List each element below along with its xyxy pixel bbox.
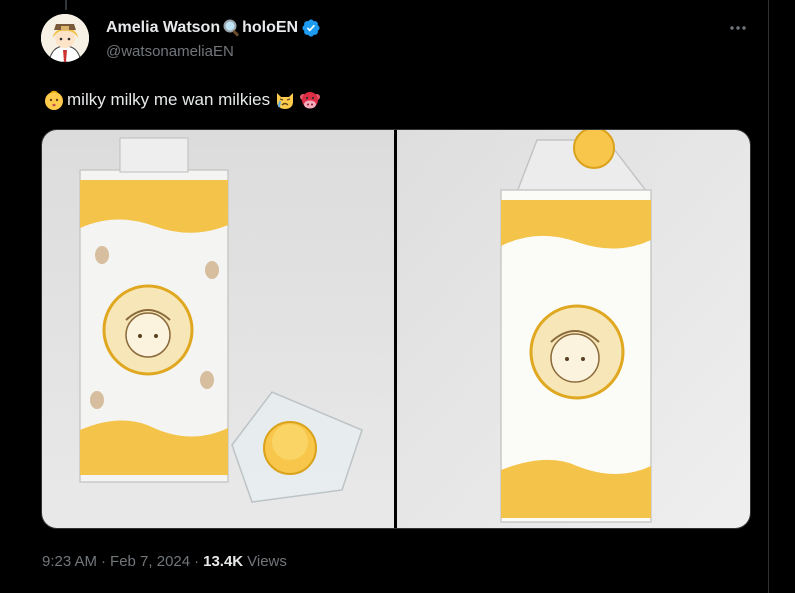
- verified-badge-icon: [301, 18, 321, 38]
- display-name-suffix[interactable]: holoEN: [242, 19, 298, 37]
- views-label: Views: [247, 552, 287, 570]
- tweet-text: milky milky me wan milkies: [43, 87, 321, 113]
- more-options-icon[interactable]: [727, 17, 749, 39]
- display-name[interactable]: Amelia Watson: [106, 19, 220, 37]
- crying-cat-face-emoji-icon: [274, 89, 296, 111]
- author-handle[interactable]: @watsonameliaEN: [106, 43, 234, 60]
- thread-connector: [65, 0, 67, 10]
- views-count: 13.4K: [203, 552, 244, 570]
- meta-separator: ·: [194, 552, 200, 570]
- avatar[interactable]: [41, 14, 89, 62]
- magnifying-glass-icon: [222, 18, 242, 38]
- tweet-date[interactable]: Feb 7, 2024: [110, 553, 190, 570]
- meta-separator: ·: [101, 552, 107, 570]
- photo-left[interactable]: [42, 130, 394, 528]
- tweet-meta: 9:23 AM · Feb 7, 2024 · 13.4K Views: [42, 551, 287, 571]
- tweet-body: milky milky me wan milkies: [67, 90, 271, 109]
- author-name-row[interactable]: Amelia Watson holoEN: [106, 17, 321, 39]
- tweet-time[interactable]: 9:23 AM: [42, 553, 97, 570]
- baby-face-emoji-icon: [43, 89, 65, 111]
- column-divider: [768, 0, 769, 593]
- photo-right[interactable]: [397, 130, 750, 528]
- media-grid[interactable]: [41, 129, 751, 529]
- cow-face-emoji-icon: [299, 89, 321, 111]
